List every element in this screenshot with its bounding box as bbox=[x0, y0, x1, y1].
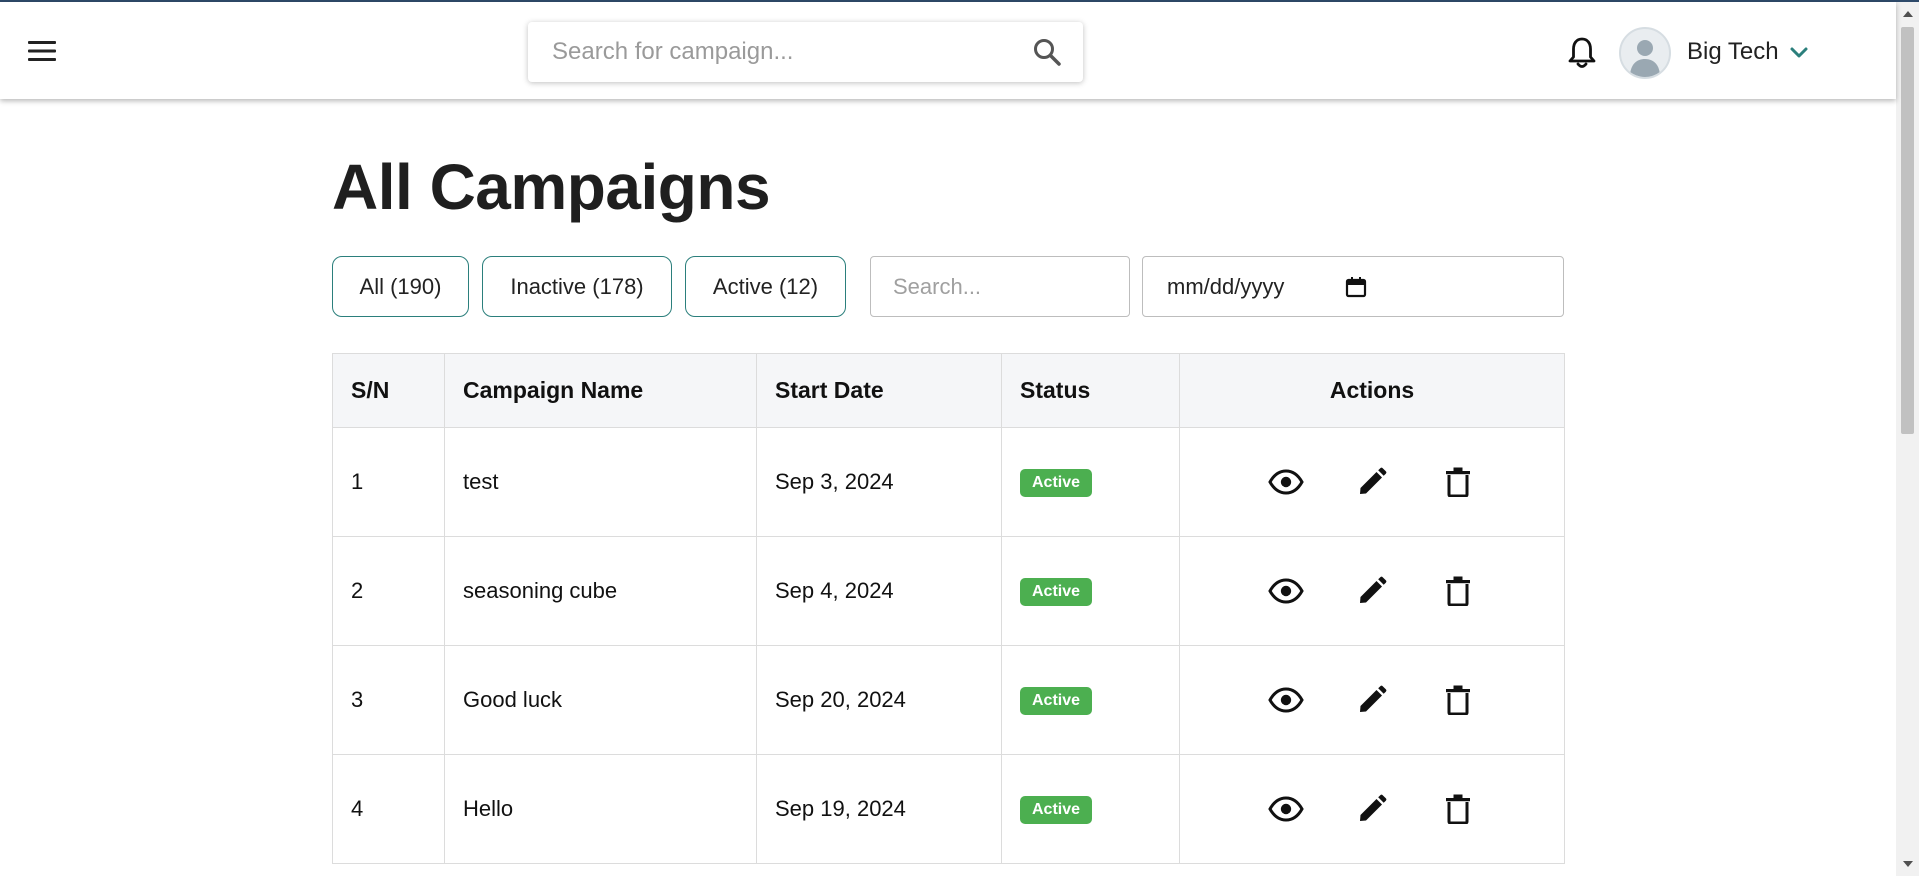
cell-status: Active bbox=[1001, 427, 1180, 537]
table-row: 3 Good luck Sep 20, 2024 Active bbox=[332, 645, 1565, 755]
cell-status: Active bbox=[1001, 645, 1180, 755]
row-actions bbox=[1198, 573, 1546, 609]
cell-actions bbox=[1179, 645, 1565, 755]
trash-icon bbox=[1446, 794, 1470, 824]
notifications-button[interactable] bbox=[1565, 35, 1599, 71]
bell-icon bbox=[1568, 37, 1596, 68]
pencil-icon bbox=[1360, 467, 1387, 494]
eye-icon bbox=[1268, 796, 1304, 822]
column-header-campaign-name[interactable]: Campaign Name bbox=[444, 353, 757, 428]
cell-actions bbox=[1179, 427, 1565, 537]
view-button[interactable] bbox=[1268, 791, 1304, 827]
date-filter-input[interactable]: mm/dd/yyyy bbox=[1142, 256, 1564, 317]
cell-status: Active bbox=[1001, 754, 1180, 864]
view-button[interactable] bbox=[1268, 573, 1304, 609]
status-badge: Active bbox=[1020, 796, 1093, 824]
cell-sn: 4 bbox=[332, 754, 445, 864]
pencil-icon bbox=[1360, 685, 1387, 712]
delete-button[interactable] bbox=[1440, 573, 1476, 609]
status-badge: Active bbox=[1020, 578, 1093, 606]
cell-actions bbox=[1179, 754, 1565, 864]
menu-button[interactable] bbox=[22, 35, 62, 67]
cell-campaign-name: seasoning cube bbox=[444, 536, 757, 646]
pencil-icon bbox=[1360, 794, 1387, 821]
campaigns-table: S/N Campaign Name Start Date Status Acti… bbox=[332, 353, 1565, 864]
pencil-icon bbox=[1360, 576, 1387, 603]
campaign-search-input[interactable] bbox=[552, 32, 1012, 72]
calendar-icon[interactable] bbox=[1345, 276, 1367, 298]
table-row: 4 Hello Sep 19, 2024 Active bbox=[332, 754, 1565, 864]
scrollbar-thumb[interactable] bbox=[1901, 27, 1914, 434]
column-header-start-date[interactable]: Start Date bbox=[756, 353, 1002, 428]
cell-actions bbox=[1179, 536, 1565, 646]
row-actions bbox=[1198, 464, 1546, 500]
trash-icon bbox=[1446, 576, 1470, 606]
cell-sn: 2 bbox=[332, 536, 445, 646]
cell-start-date: Sep 3, 2024 bbox=[756, 427, 1002, 537]
cell-campaign-name: test bbox=[444, 427, 757, 537]
cell-sn: 3 bbox=[332, 645, 445, 755]
column-header-status[interactable]: Status bbox=[1001, 353, 1180, 428]
delete-button[interactable] bbox=[1440, 682, 1476, 718]
arrow-down-icon bbox=[1902, 861, 1913, 867]
table-body: 1 test Sep 3, 2024 Active 2 seasoning cube Sep… bbox=[332, 427, 1565, 864]
cell-campaign-name: Hello bbox=[444, 754, 757, 864]
chevron-down-icon[interactable] bbox=[1788, 44, 1810, 62]
search-icon bbox=[1034, 39, 1061, 66]
filter-active-button[interactable]: Active (12) bbox=[685, 256, 846, 317]
table-row: 1 test Sep 3, 2024 Active bbox=[332, 427, 1565, 537]
scroll-down-button[interactable] bbox=[1896, 854, 1919, 874]
table-header-row: S/N Campaign Name Start Date Status Acti… bbox=[332, 353, 1565, 428]
row-actions bbox=[1198, 791, 1546, 827]
cell-start-date: Sep 20, 2024 bbox=[756, 645, 1002, 755]
arrow-up-icon bbox=[1902, 11, 1913, 17]
user-name[interactable]: Big Tech bbox=[1687, 38, 1779, 66]
trash-icon bbox=[1446, 685, 1470, 715]
cell-campaign-name: Good luck bbox=[444, 645, 757, 755]
table-row: 2 seasoning cube Sep 4, 2024 Active bbox=[332, 536, 1565, 646]
menu-icon bbox=[28, 41, 56, 61]
delete-button[interactable] bbox=[1440, 464, 1476, 500]
date-placeholder: mm/dd/yyyy bbox=[1167, 274, 1285, 299]
eye-icon bbox=[1268, 469, 1304, 495]
status-badge: Active bbox=[1020, 469, 1093, 497]
filter-inactive-button[interactable]: Inactive (178) bbox=[482, 256, 672, 317]
avatar-icon bbox=[1630, 40, 1660, 77]
cell-status: Active bbox=[1001, 536, 1180, 646]
column-header-actions: Actions bbox=[1179, 353, 1565, 428]
eye-icon bbox=[1268, 578, 1304, 604]
search-button[interactable] bbox=[1031, 36, 1063, 68]
edit-button[interactable] bbox=[1354, 464, 1390, 500]
table-search-input[interactable] bbox=[870, 256, 1130, 317]
column-header-sn: S/N bbox=[332, 353, 445, 428]
view-button[interactable] bbox=[1268, 682, 1304, 718]
edit-button[interactable] bbox=[1354, 682, 1390, 718]
campaign-search-box bbox=[528, 22, 1083, 82]
edit-button[interactable] bbox=[1354, 573, 1390, 609]
view-button[interactable] bbox=[1268, 464, 1304, 500]
status-badge: Active bbox=[1020, 687, 1093, 715]
eye-icon bbox=[1268, 687, 1304, 713]
row-actions bbox=[1198, 682, 1546, 718]
edit-button[interactable] bbox=[1354, 791, 1390, 827]
top-header: Big Tech bbox=[0, 2, 1896, 99]
scroll-up-button[interactable] bbox=[1896, 4, 1919, 24]
delete-button[interactable] bbox=[1440, 791, 1476, 827]
campaigns-table-container: S/N Campaign Name Start Date Status Acti… bbox=[332, 353, 1565, 864]
user-avatar[interactable] bbox=[1619, 27, 1671, 79]
vertical-scrollbar[interactable] bbox=[1896, 2, 1919, 876]
cell-start-date: Sep 4, 2024 bbox=[756, 536, 1002, 646]
cell-sn: 1 bbox=[332, 427, 445, 537]
page-title: All Campaigns bbox=[332, 151, 771, 223]
filter-all-button[interactable]: All (190) bbox=[332, 256, 469, 317]
trash-icon bbox=[1446, 467, 1470, 497]
cell-start-date: Sep 19, 2024 bbox=[756, 754, 1002, 864]
